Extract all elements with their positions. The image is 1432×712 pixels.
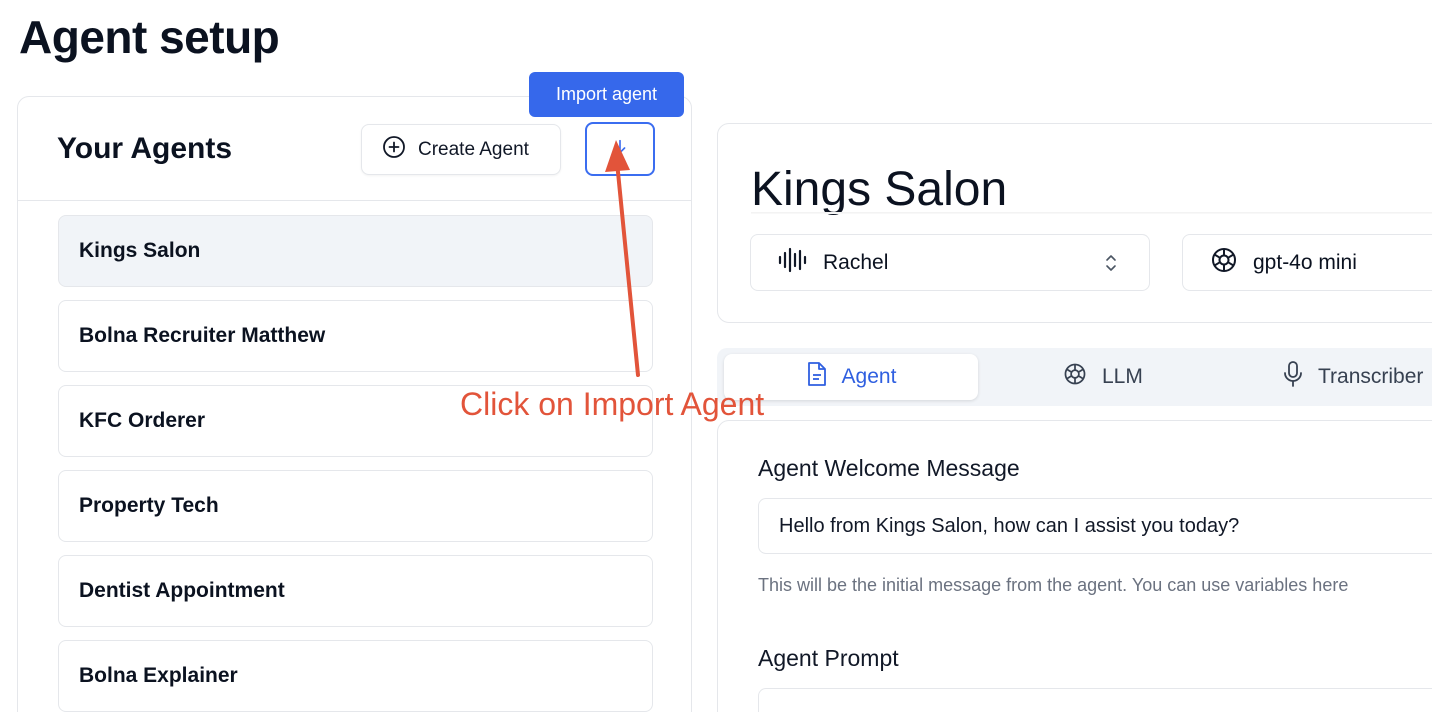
- voice-select-value: Rachel: [823, 250, 889, 274]
- agent-prompt-label: Agent Prompt: [758, 645, 899, 671]
- voice-select[interactable]: Rachel: [750, 234, 1150, 291]
- agent-header-card: Kings Salon Rachel gpt-4o mini: [717, 123, 1432, 323]
- agent-list-item-label: Dentist Appointment: [79, 579, 285, 602]
- agent-list-item-label: Kings Salon: [79, 239, 201, 262]
- openai-icon: [1209, 245, 1239, 281]
- annotation-text: Click on Import Agent: [460, 386, 765, 422]
- agent-list-item[interactable]: Dentist Appointment: [58, 555, 653, 627]
- agent-name-input[interactable]: Kings Salon: [751, 162, 1007, 217]
- page-title: Agent setup: [19, 11, 280, 63]
- agents-panel-title: Your Agents: [57, 132, 233, 165]
- welcome-message-hint: This will be the initial message from th…: [758, 575, 1349, 595]
- waveform-icon: [777, 247, 809, 279]
- chevron-up-down-icon: [1103, 252, 1119, 280]
- agent-list-item-label: Bolna Explainer: [79, 664, 238, 687]
- download-icon: [609, 137, 631, 162]
- agent-settings-card: Agent Welcome Message Hello from Kings S…: [717, 420, 1432, 712]
- document-icon: [806, 361, 828, 393]
- agent-list-item-label: Bolna Recruiter Matthew: [79, 324, 326, 347]
- welcome-message-input[interactable]: Hello from Kings Salon, how can I assist…: [758, 498, 1432, 554]
- create-agent-button[interactable]: Create Agent: [361, 124, 561, 175]
- agent-list-item[interactable]: Bolna Recruiter Matthew: [58, 300, 653, 372]
- import-agent-tooltip: Import agent: [529, 72, 684, 117]
- agent-list-item[interactable]: Kings Salon: [58, 215, 653, 287]
- settings-tabs: Agent LLM Transcriber: [717, 348, 1432, 406]
- create-agent-label: Create Agent: [418, 138, 529, 160]
- llm-select[interactable]: gpt-4o mini: [1182, 234, 1432, 291]
- tab-transcriber-label: Transcriber: [1318, 365, 1424, 388]
- agent-prompt-input[interactable]: [758, 688, 1432, 712]
- agent-list-item[interactable]: Bolna Explainer: [58, 640, 653, 712]
- agent-name-divider: [751, 212, 1432, 214]
- tab-transcriber[interactable]: Transcriber: [1282, 354, 1423, 400]
- agent-setup-page: Agent setup Your Agents Create Agent Kin…: [0, 0, 1432, 712]
- plus-circle-icon: [382, 135, 406, 165]
- microphone-icon: [1282, 360, 1304, 394]
- openai-icon: [1062, 361, 1088, 393]
- llm-select-value: gpt-4o mini: [1253, 250, 1357, 274]
- tab-llm-label: LLM: [1102, 365, 1143, 388]
- agent-list-item-label: Property Tech: [79, 494, 219, 517]
- import-agent-button[interactable]: [585, 122, 655, 176]
- agent-list-item[interactable]: Property Tech: [58, 470, 653, 542]
- agent-list-item-label: KFC Orderer: [79, 409, 206, 432]
- tab-llm[interactable]: LLM: [1062, 354, 1143, 400]
- tab-agent-label: Agent: [841, 365, 897, 388]
- welcome-message-label: Agent Welcome Message: [758, 455, 1020, 481]
